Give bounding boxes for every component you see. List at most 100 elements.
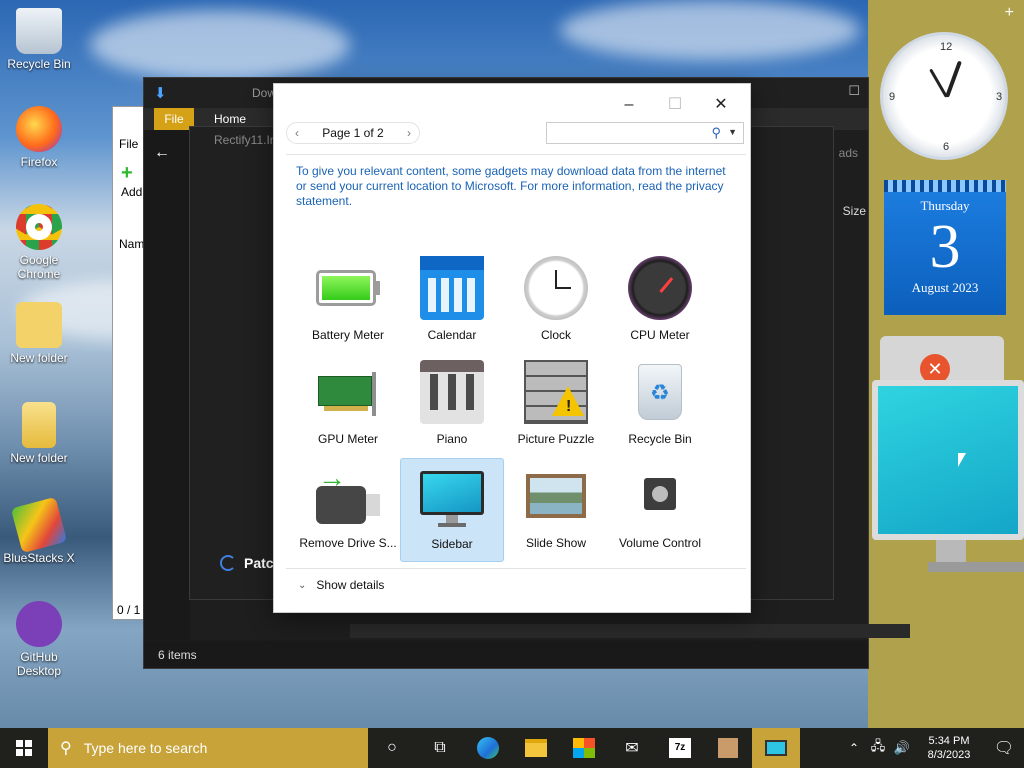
desktop-icon-label: New folder (10, 451, 68, 465)
picture-puzzle-icon: ! (524, 360, 588, 424)
gadget-recycle-bin[interactable]: ♻ Recycle Bin (608, 354, 712, 458)
network-icon[interactable]: 🖧 (866, 728, 890, 768)
gadget-gpu-meter[interactable]: GPU Meter (296, 354, 400, 458)
gadget-label: Picture Puzzle (517, 432, 595, 446)
loading-spinner-icon (220, 555, 236, 571)
desktop-icon-label: GitHub Desktop (16, 650, 62, 678)
taskbar-edge[interactable] (464, 728, 512, 768)
calendar-date: 3 (929, 213, 961, 281)
horizontal-scrollbar[interactable] (350, 624, 910, 638)
bluestacks-icon (10, 496, 68, 554)
gadget-cpu-meter[interactable]: CPU Meter (608, 250, 712, 354)
gadget-search-input[interactable] (551, 124, 701, 142)
sidebar-monitor-icon (765, 740, 787, 756)
explorer-status-bar: 6 items (144, 642, 868, 668)
desktop-icon-new-folder-7z[interactable]: New folder (1, 302, 77, 365)
edge-icon (477, 737, 499, 759)
divider (286, 568, 746, 569)
taskbar-mail[interactable]: ✉ (608, 728, 656, 768)
task-view-button[interactable]: ⧉ (416, 728, 464, 768)
maximize-button[interactable]: ☐ (652, 90, 698, 120)
desktop-icon-chrome[interactable]: Google Chrome (1, 204, 77, 281)
back-arrow-icon[interactable]: ← (154, 144, 170, 162)
gadget-label: Remove Drive S... (299, 536, 397, 550)
folder-icon (22, 402, 56, 448)
mini-gadget[interactable]: ✕ (880, 336, 1004, 386)
mouse-cursor-icon (958, 453, 966, 467)
desktop-icon-label: Firefox (20, 155, 58, 169)
desktop-icon-label: New folder (10, 351, 68, 365)
sevenzip-file-menu[interactable]: File (119, 137, 138, 151)
calendar-rings (884, 180, 1006, 192)
tab-file[interactable]: File (154, 108, 194, 130)
explorer-nav-pane[interactable]: ← (144, 130, 190, 640)
show-details-toggle[interactable]: ⌄ Show details (298, 578, 384, 592)
taskbar-search-box[interactable]: ⚲ Type here to search (48, 728, 368, 768)
piano-icon (420, 360, 484, 424)
gadget-calendar[interactable]: Calendar (400, 250, 504, 354)
desktop-icon-firefox[interactable]: Firefox (1, 106, 77, 169)
desktop-icon-recycle-bin[interactable]: Recycle Bin (1, 8, 77, 71)
volume-icon[interactable]: 🔊 (890, 728, 914, 768)
chevron-down-icon[interactable]: ▼ (728, 127, 737, 137)
clock-gadget[interactable]: 12 3 6 9 (880, 32, 1008, 160)
system-tray: ⌃ 🖧 🔊 5:34 PM 8/3/2023 🗨 (842, 728, 1024, 768)
close-button[interactable]: ✕ (698, 90, 744, 120)
cortana-circle-icon: ○ (387, 739, 397, 756)
mail-icon: ✉ (625, 740, 639, 757)
calendar-gadget[interactable]: Thursday 3 August 2023 (884, 180, 1006, 315)
gadget-piano[interactable]: Piano (400, 354, 504, 458)
store-icon (573, 738, 595, 758)
gadget-battery-meter[interactable]: Battery Meter (296, 250, 400, 354)
add-gadget-icon[interactable]: + (1005, 4, 1014, 22)
gadget-volume-control[interactable]: Volume Control (608, 458, 712, 562)
taskbar-file-explorer[interactable] (512, 728, 560, 768)
taskbar-installer[interactable] (704, 728, 752, 768)
previous-page-icon[interactable]: ‹ (295, 126, 299, 140)
desktop-icon-bluestacks[interactable]: BlueStacks X (1, 496, 77, 565)
slide-show-icon (524, 464, 588, 528)
firefox-icon (16, 106, 62, 152)
tray-chevron-up-icon[interactable]: ⌃ (842, 728, 866, 768)
add-icon[interactable]: + (121, 163, 141, 183)
gadget-search-box[interactable]: ⚲ ▼ (546, 122, 744, 144)
battery-icon (316, 256, 380, 320)
rectify-title: Rectify11.In (214, 133, 277, 147)
gadget-gallery-dialog[interactable]: – ☐ ✕ ‹ Page 1 of 2 › ⚲ ▼ To give you re… (273, 83, 751, 613)
search-icon: ⚲ (60, 740, 72, 757)
taskbar-gadgets[interactable] (752, 728, 800, 768)
gadget-slide-show[interactable]: Slide Show (504, 458, 608, 562)
desktop-icon-label: Recycle Bin (7, 57, 71, 71)
minimize-button[interactable]: – (606, 90, 652, 120)
maximize-icon[interactable]: ☐ (848, 83, 860, 99)
start-button[interactable] (0, 728, 48, 768)
gadget-picture-puzzle[interactable]: ! Picture Puzzle (504, 354, 608, 458)
size-column-header[interactable]: Size (843, 204, 866, 218)
next-page-icon[interactable]: › (407, 126, 411, 140)
action-center-button[interactable]: 🗨 (984, 728, 1024, 768)
taskbar-store[interactable] (560, 728, 608, 768)
clock-numeral: 6 (943, 141, 950, 153)
cortana-button[interactable]: ○ (368, 728, 416, 768)
gadget-sidebar[interactable]: Sidebar (400, 458, 504, 562)
windows-logo-icon (16, 740, 32, 756)
taskbar-search-placeholder: Type here to search (83, 740, 208, 756)
search-icon[interactable]: ⚲ (711, 125, 721, 141)
desktop-icon-new-folder[interactable]: New folder (1, 402, 77, 465)
sevenzip-name-column[interactable]: Nam (119, 237, 144, 251)
taskbar-time: 5:34 PM (928, 735, 970, 747)
calendar-day: Thursday (920, 198, 970, 213)
desktop-icon-github[interactable]: GitHub Desktop (1, 601, 77, 678)
notification-icon: 🗨 (993, 740, 1015, 757)
taskbar-7zip[interactable]: 7z (656, 728, 704, 768)
clock-numeral: 3 (996, 91, 1003, 103)
desktop-icon-label: Google Chrome (17, 253, 61, 281)
chevron-down-icon: ⌄ (298, 579, 307, 591)
gadget-clock[interactable]: Clock (504, 250, 608, 354)
taskbar-clock[interactable]: 5:34 PM 8/3/2023 (914, 734, 984, 762)
gadget-grid: Battery Meter Calendar Clock CPU Meter G… (296, 250, 716, 562)
gadget-label: Sidebar (431, 537, 473, 551)
privacy-info-link[interactable]: To give you relevant content, some gadge… (296, 164, 726, 209)
gadget-remove-drive-safely[interactable]: → Remove Drive S... (296, 458, 400, 562)
file-explorer-icon (525, 739, 547, 757)
